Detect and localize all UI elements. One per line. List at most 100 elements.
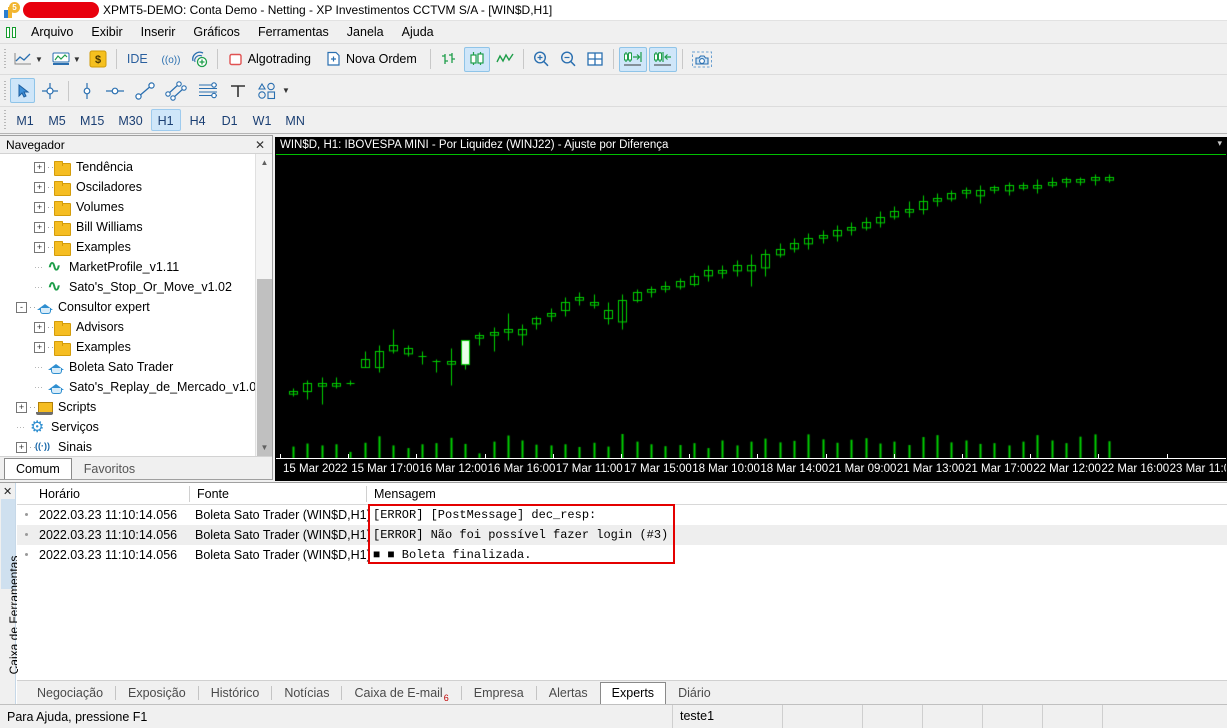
toolbar-grip-handle[interactable] (2, 79, 9, 103)
timeframe-m1[interactable]: M1 (10, 109, 40, 131)
screenshot-button[interactable] (688, 47, 716, 72)
expand-icon[interactable]: + (34, 322, 45, 333)
timeframe-h4[interactable]: H4 (183, 109, 213, 131)
timeframe-h1[interactable]: H1 (151, 109, 181, 131)
expand-icon[interactable]: + (34, 242, 45, 253)
tab-noticias[interactable]: Notícias (272, 682, 341, 704)
navigator-item[interactable]: ···Serviços (0, 417, 272, 437)
navigator-item[interactable]: +··Bill Williams (0, 217, 272, 237)
chart-shift-button[interactable] (649, 47, 677, 72)
menu-item-arquivo[interactable]: Arquivo (22, 23, 82, 41)
status-cell-7[interactable] (1102, 705, 1227, 728)
timeframe-m15[interactable]: M15 (74, 109, 110, 131)
column-header-fonte[interactable]: Fonte (189, 483, 229, 505)
line-chart-button[interactable] (492, 47, 518, 72)
expand-icon[interactable]: + (16, 442, 27, 453)
chart-window[interactable]: WIN$D, H1: IBOVESPA MINI - Por Liquidez … (275, 137, 1227, 481)
navigator-item[interactable]: +··Examples (0, 337, 272, 357)
navigator-tab-comum[interactable]: Comum (4, 458, 72, 479)
toolbar-grip-handle[interactable] (2, 47, 9, 71)
tab-historico[interactable]: Histórico (199, 682, 272, 704)
horizontal-line-tool-button[interactable] (101, 78, 129, 103)
bar-chart-button[interactable] (436, 47, 462, 72)
navigator-item[interactable]: ···Sato's_Stop_Or_Move_v1.02 (0, 277, 272, 297)
navigator-item[interactable]: ···MarketProfile_v1.11 (0, 257, 272, 277)
status-cell-6[interactable] (1042, 705, 1102, 728)
expand-icon[interactable]: + (34, 202, 45, 213)
tab-diario[interactable]: Diário (666, 682, 723, 704)
status-cell-5[interactable] (982, 705, 1042, 728)
auto-scroll-button[interactable] (619, 47, 647, 72)
tab-alertas[interactable]: Alertas (537, 682, 600, 704)
timeframe-m30[interactable]: M30 (112, 109, 148, 131)
zoom-in-button[interactable] (529, 47, 554, 72)
fibonacci-tool-button[interactable] (193, 78, 223, 103)
status-cell-2[interactable] (782, 705, 862, 728)
status-cell-profile[interactable]: teste1 (672, 705, 782, 728)
navigator-item[interactable]: -··Consultor expert (0, 297, 272, 317)
timeframe-mn[interactable]: MN (279, 109, 310, 131)
scroll-down-icon[interactable]: ▼ (256, 439, 272, 456)
navigator-item[interactable]: +··Examples (0, 237, 272, 257)
table-row[interactable]: 2022.03.23 11:10:14.056 Boleta Sato Trad… (17, 505, 1227, 525)
collapse-icon[interactable]: - (16, 302, 27, 313)
add-signal-button[interactable] (186, 47, 212, 72)
navigator-item[interactable]: +··Volumes (0, 197, 272, 217)
table-row[interactable]: 2022.03.23 11:10:14.056 Boleta Sato Trad… (17, 545, 1227, 565)
menu-item-ferramentas[interactable]: Ferramentas (249, 23, 338, 41)
tab-negociacao[interactable]: Negociação (25, 682, 115, 704)
navigator-item[interactable]: ···Boleta Sato Trader (0, 357, 272, 377)
expand-icon[interactable]: + (16, 402, 27, 413)
tab-experts[interactable]: Experts (600, 682, 666, 704)
new-order-button[interactable]: Nova Ordem (321, 47, 425, 72)
tab-caixa-de-email[interactable]: Caixa de E-mail6 (342, 682, 460, 704)
candlestick-chart-canvas[interactable] (276, 138, 1227, 481)
menu-item-graficos[interactable]: Gráficos (184, 23, 249, 41)
expand-icon[interactable]: + (34, 342, 45, 353)
equidistant-channel-tool-button[interactable] (161, 78, 191, 103)
navigator-scrollbar[interactable]: ▲ ▼ (255, 154, 272, 456)
toolbar-grip-handle[interactable] (2, 108, 9, 132)
candlestick-chart-button[interactable] (464, 47, 490, 72)
expand-icon[interactable]: + (34, 182, 45, 193)
column-header-mensagem[interactable]: Mensagem (366, 483, 436, 505)
navigator-tab-favoritos[interactable]: Favoritos (72, 458, 147, 479)
chart-template-dropdown-button[interactable]: ▼ (48, 47, 84, 72)
timeframe-w1[interactable]: W1 (247, 109, 278, 131)
shapes-dropdown-button[interactable]: ▼ (253, 78, 293, 103)
vertical-line-tool-button[interactable] (74, 78, 99, 103)
status-cell-4[interactable] (922, 705, 982, 728)
table-row[interactable]: 2022.03.23 11:10:14.056 Boleta Sato Trad… (17, 525, 1227, 545)
close-icon[interactable]: ✕ (252, 138, 268, 152)
crosshair-tool-button[interactable] (37, 78, 63, 103)
cursor-tool-button[interactable] (10, 78, 35, 103)
zoom-out-button[interactable] (556, 47, 581, 72)
column-header-horario[interactable]: Horário (31, 483, 80, 505)
navigator-item[interactable]: ···Sato's_Replay_de_Mercado_v1.04 (0, 377, 272, 397)
signals-button[interactable]: ((o)) (158, 47, 184, 72)
new-chart-dropdown-button[interactable]: ▼ (10, 47, 46, 72)
scroll-up-icon[interactable]: ▲ (256, 154, 272, 171)
status-cell-3[interactable] (862, 705, 922, 728)
algotrading-button[interactable]: Algotrading (223, 47, 319, 72)
expand-icon[interactable]: + (34, 222, 45, 233)
navigator-item[interactable]: +··Scripts (0, 397, 272, 417)
timeframe-d1[interactable]: D1 (215, 109, 245, 131)
ide-button[interactable]: IDE (122, 47, 156, 72)
navigator-item[interactable]: +··Sinais (0, 437, 272, 456)
menu-item-janela[interactable]: Janela (338, 23, 393, 41)
navigator-item[interactable]: +··Tendência (0, 157, 272, 177)
close-icon[interactable]: ✕ (3, 485, 12, 498)
menu-item-exibir[interactable]: Exibir (82, 23, 131, 41)
tile-windows-button[interactable] (583, 47, 608, 72)
menu-item-ajuda[interactable]: Ajuda (393, 23, 443, 41)
menu-item-inserir[interactable]: Inserir (132, 23, 185, 41)
tab-exposicao[interactable]: Exposição (116, 682, 198, 704)
scrollbar-thumb[interactable] (257, 279, 272, 456)
navigator-item[interactable]: +··Osciladores (0, 177, 272, 197)
tab-empresa[interactable]: Empresa (462, 682, 536, 704)
expand-icon[interactable]: + (34, 162, 45, 173)
navigator-item[interactable]: +··Advisors (0, 317, 272, 337)
text-tool-button[interactable] (225, 78, 251, 103)
timeframe-m5[interactable]: M5 (42, 109, 72, 131)
